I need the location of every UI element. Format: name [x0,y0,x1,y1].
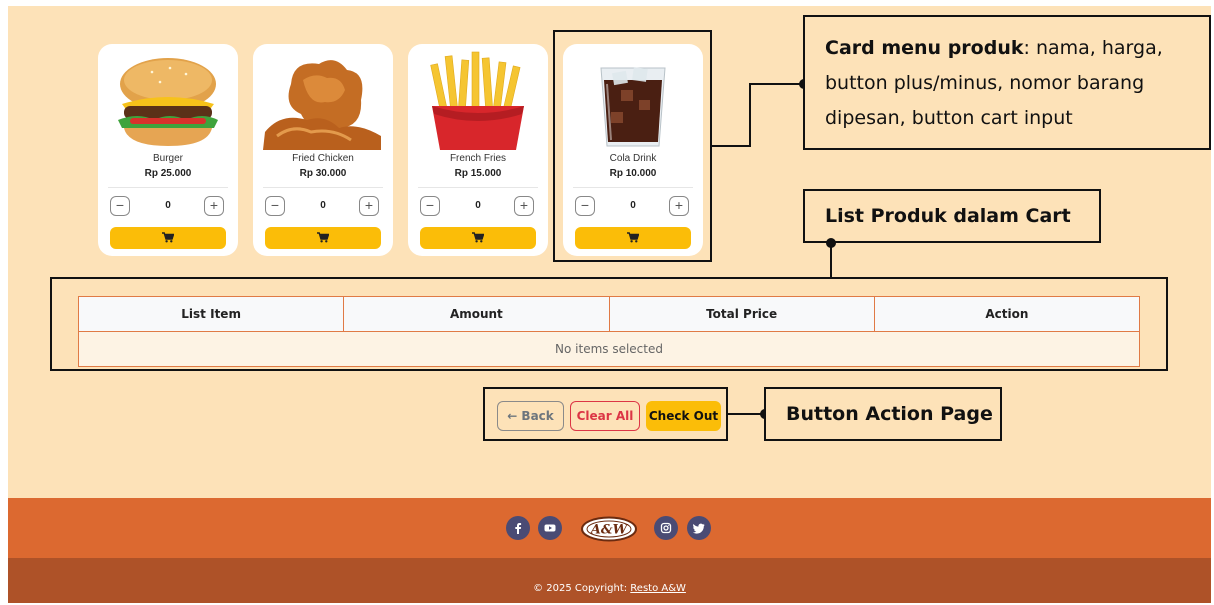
minus-button[interactable]: − [265,196,285,216]
connector-line [830,243,832,279]
annotation-cart-list: List Produk dalam Cart [803,189,1101,243]
annotation-title: Button Action Page [786,403,993,425]
divider [108,187,228,188]
minus-button[interactable]: − [420,196,440,216]
connector-line [749,83,805,85]
add-to-cart-button[interactable] [265,227,381,249]
facebook-icon[interactable] [506,516,530,540]
annotation-button-action: Button Action Page [764,387,1002,441]
product-card-fried-chicken: Fried Chicken Rp 30.000 − 0 + [253,44,393,256]
product-price: Rp 15.000 [454,168,502,179]
cart-table: List Item Amount Total Price Action No i… [77,296,1141,367]
annotation-title: List Produk dalam Cart [825,205,1071,227]
minus-button[interactable]: − [110,196,130,216]
french-fries-image [430,51,524,150]
product-name: Burger [152,153,183,164]
instagram-icon[interactable] [654,516,678,540]
cart-icon [162,232,175,243]
footer-copyright-bar [8,558,1211,603]
youtube-icon[interactable] [538,516,562,540]
cart-icon [317,232,330,243]
column-header-total-price: Total Price [608,296,875,332]
empty-cart-message: No items selected [78,331,1140,367]
annotation-card-menu: Card menu produk: nama, harga, button pl… [803,15,1211,150]
copyright-prefix: © 2025 Copyright: [533,583,631,594]
page: Burger Rp 25.000 − 0 + Fried Chicken Rp … [8,6,1211,603]
fried-chicken-image [263,60,381,150]
product-name: Fried Chicken [292,153,354,164]
cart-icon [472,232,485,243]
connector-line [711,145,751,147]
product-card-french-fries: French Fries Rp 15.000 − 0 + [408,44,548,256]
plus-button[interactable]: + [359,196,379,216]
plus-button[interactable]: + [204,196,224,216]
connector-line [749,83,751,147]
copyright-text: © 2025 Copyright: Resto A&W [8,583,1211,594]
product-name: French Fries [449,153,507,164]
check-out-button[interactable]: Check Out [646,401,721,431]
add-to-cart-button[interactable] [110,227,226,249]
quantity-value: 0 [475,200,481,211]
svg-text:A&W: A&W [589,523,629,538]
add-to-cart-button[interactable] [420,227,536,249]
annotation-title: Card menu produk [825,37,1024,59]
divider [263,187,383,188]
column-header-amount: Amount [343,296,610,332]
product-card-burger: Burger Rp 25.000 − 0 + [98,44,238,256]
table-header-row: List Item Amount Total Price Action [77,296,1141,332]
annotation-frame-card [553,30,712,262]
column-header-list-item: List Item [77,296,345,332]
copyright-link[interactable]: Resto A&W [630,583,686,594]
quantity-value: 0 [165,200,171,211]
clear-all-button[interactable]: Clear All [570,401,640,431]
product-price: Rp 25.000 [144,168,192,179]
twitter-icon[interactable] [687,516,711,540]
aw-logo: A&W [581,516,637,542]
plus-button[interactable]: + [514,196,534,216]
quantity-value: 0 [320,200,326,211]
back-button[interactable]: ← Back [497,401,564,431]
divider [418,187,538,188]
column-header-action: Action [873,296,1141,332]
product-price: Rp 30.000 [299,168,347,179]
burger-image [118,58,218,146]
table-row: No items selected [78,331,1140,367]
